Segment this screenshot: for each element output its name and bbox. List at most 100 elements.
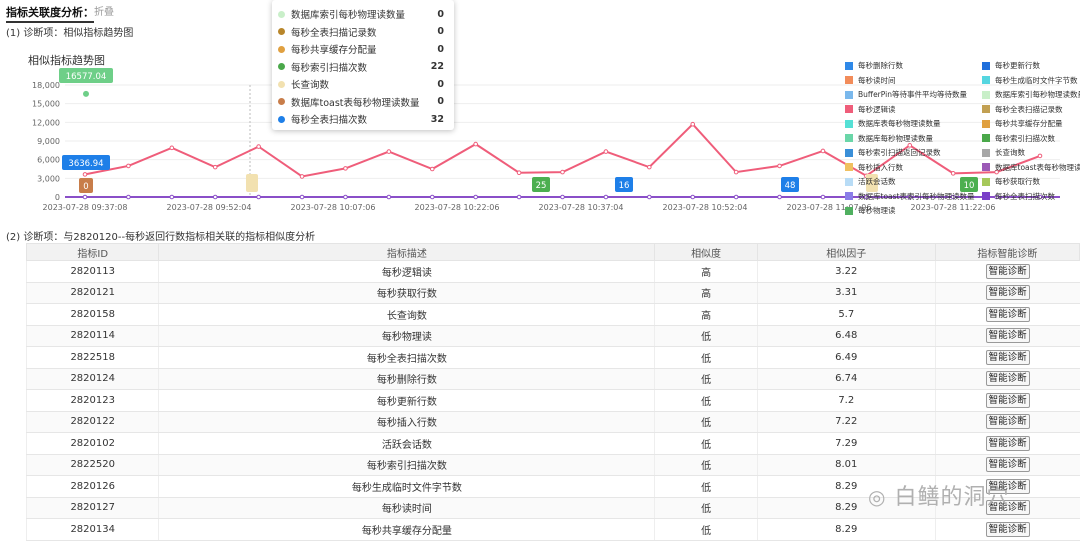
legend-item[interactable]: 每秒逻辑读 — [845, 104, 896, 115]
baseline-point[interactable] — [777, 194, 782, 200]
wechat-icon: ◎ — [868, 485, 887, 509]
baseline-point[interactable] — [473, 194, 478, 200]
smart-diagnose-button[interactable]: 智能诊断 — [985, 371, 1030, 387]
legend-item[interactable]: 数据库toast表索引每秒物理读数量 — [845, 191, 974, 202]
data-point[interactable] — [386, 149, 392, 154]
factor-cell: 6.49 — [756, 346, 936, 369]
legend-item[interactable]: 每秒获取行数 — [982, 176, 1040, 187]
metric-desc-cell: 每秒获取行数 — [158, 282, 655, 304]
baseline-point[interactable] — [169, 194, 175, 200]
baseline-point[interactable] — [429, 194, 435, 200]
data-point[interactable] — [126, 163, 131, 169]
svg-text:16: 16 — [619, 181, 630, 191]
data-point[interactable] — [169, 145, 175, 151]
collapse-link[interactable]: 折叠 — [94, 3, 114, 18]
data-point[interactable] — [343, 166, 348, 171]
smart-diagnose-button[interactable]: 智能诊断 — [985, 328, 1030, 344]
factor-cell: 3.22 — [756, 260, 936, 283]
data-point[interactable] — [212, 164, 218, 170]
baseline-point[interactable] — [82, 194, 88, 200]
smart-diagnose-button[interactable]: 智能诊断 — [985, 414, 1030, 430]
section1-label: (1) 诊断项：相似指标趋势图 — [6, 28, 134, 39]
diagnose-cell: 智能诊断 — [934, 454, 1080, 476]
baseline-point[interactable] — [733, 194, 739, 200]
baseline-point[interactable] — [647, 194, 652, 200]
legend-item[interactable]: 数据库每秒物理读数量 — [845, 133, 933, 144]
table-row: 2820134 每秒共享缓存分配量低 8.29 智能诊断 — [25, 518, 1080, 541]
x-tick-label: 2023-07-28 10:07:06 — [291, 203, 376, 212]
data-point[interactable] — [647, 164, 652, 170]
page-title: 指标关联度分析： — [6, 4, 94, 23]
metric-desc-cell: 每秒全表扫描次数 — [158, 346, 655, 369]
baseline-point[interactable] — [560, 194, 565, 200]
table-row: 2820122 每秒插入行数低 7.22 智能诊断 — [25, 411, 1080, 433]
data-point[interactable] — [560, 169, 565, 175]
legend-item[interactable]: 每秒共享缓存分配量 — [982, 118, 1063, 129]
baseline-point[interactable] — [516, 194, 522, 200]
baseline-point[interactable] — [690, 194, 696, 200]
baseline-point[interactable] — [126, 194, 131, 200]
table-row: 2820113 每秒逻辑读高 3.22 智能诊断 — [25, 260, 1080, 283]
data-point[interactable] — [733, 169, 739, 175]
metric-desc-cell: 长查询数 — [158, 303, 655, 326]
baseline-point[interactable] — [386, 194, 392, 200]
smart-diagnose-button[interactable]: 智能诊断 — [985, 349, 1030, 365]
smart-diagnose-button[interactable]: 智能诊断 — [985, 457, 1030, 473]
baseline-point[interactable] — [820, 194, 826, 200]
legend-item[interactable]: 数据库表每秒物理读数量 — [845, 118, 941, 129]
legend-item[interactable]: 每秒物理读 — [845, 205, 896, 216]
legend-item[interactable]: 每秒插入行数 — [845, 162, 903, 173]
legend-item[interactable]: 数据库toast表每秒物理读 — [982, 162, 1080, 173]
baseline-point[interactable] — [603, 194, 609, 200]
metric-desc-cell: 每秒生成临时文件字节数 — [158, 475, 655, 498]
metric-id-cell: 2820124 — [25, 368, 159, 390]
data-point[interactable] — [516, 170, 522, 176]
tooltip-row: 每秒索引扫描次数 22 — [278, 59, 448, 75]
legend-item[interactable]: 每秒索引扫描返回记录数 — [845, 147, 941, 158]
data-point[interactable] — [777, 163, 782, 169]
table-row: 2820124 每秒删除行数低 6.74 智能诊断 — [25, 368, 1080, 390]
baseline-point[interactable] — [343, 194, 348, 200]
smart-diagnose-button[interactable]: 智能诊断 — [985, 521, 1030, 537]
data-point[interactable] — [429, 166, 435, 172]
smart-diagnose-button[interactable]: 智能诊断 — [985, 285, 1030, 301]
data-point[interactable] — [690, 121, 696, 127]
legend-label: 数据库索引每秒物理读数量 — [995, 90, 1080, 99]
legend-item[interactable]: 每秒读时间 — [845, 75, 896, 86]
legend-item[interactable]: 每秒删除行数 — [845, 60, 903, 71]
data-point[interactable] — [299, 174, 305, 179]
x-tick-label: 2023-07-28 10:37:04 — [539, 203, 624, 212]
legend-item[interactable]: 每秒索引扫描次数 — [982, 133, 1055, 144]
marker-label: 0 — [79, 178, 93, 193]
legend-label: 数据库toast表每秒物理读 — [995, 162, 1080, 172]
legend-label: 活跃会话数 — [858, 177, 896, 186]
baseline-point[interactable] — [212, 194, 218, 200]
smart-diagnose-button[interactable]: 智能诊断 — [985, 306, 1030, 322]
data-point[interactable] — [82, 172, 88, 177]
legend-item[interactable]: 每秒生成临时文件字节数 — [982, 75, 1078, 86]
diagnose-cell: 智能诊断 — [934, 346, 1080, 369]
baseline-point[interactable] — [256, 194, 261, 200]
tooltip-row: 长查询数 0 — [278, 76, 448, 92]
data-point[interactable] — [820, 148, 826, 154]
smart-diagnose-button[interactable]: 智能诊断 — [985, 435, 1030, 451]
data-point[interactable] — [1037, 153, 1043, 159]
legend-item[interactable]: 数据库索引每秒物理读数量 — [982, 89, 1080, 100]
legend-item[interactable]: 长查询数 — [982, 147, 1025, 158]
legend-item[interactable]: BufferPin等待事件平均等待数量 — [845, 89, 967, 100]
data-point[interactable] — [473, 141, 478, 147]
data-point[interactable] — [603, 149, 609, 154]
data-point[interactable] — [256, 144, 261, 149]
smart-diagnose-button[interactable]: 智能诊断 — [985, 392, 1030, 408]
legend-item[interactable]: 活跃会话数 — [845, 176, 896, 187]
data-point[interactable] — [950, 171, 956, 176]
legend-item[interactable]: 每秒全表扫描记录数 — [982, 104, 1063, 115]
peak-point[interactable] — [83, 90, 89, 97]
legend-item[interactable]: 每秒全表扫描次数 — [982, 191, 1055, 202]
smart-diagnose-button[interactable]: 智能诊断 — [985, 263, 1030, 279]
table-row: 2820121 每秒获取行数高 3.31 智能诊断 — [25, 282, 1080, 304]
baseline-point[interactable] — [299, 194, 305, 200]
factor-cell: 3.31 — [756, 282, 936, 304]
legend-label: 每秒更新行数 — [995, 61, 1040, 70]
legend-item[interactable]: 每秒更新行数 — [982, 60, 1040, 71]
